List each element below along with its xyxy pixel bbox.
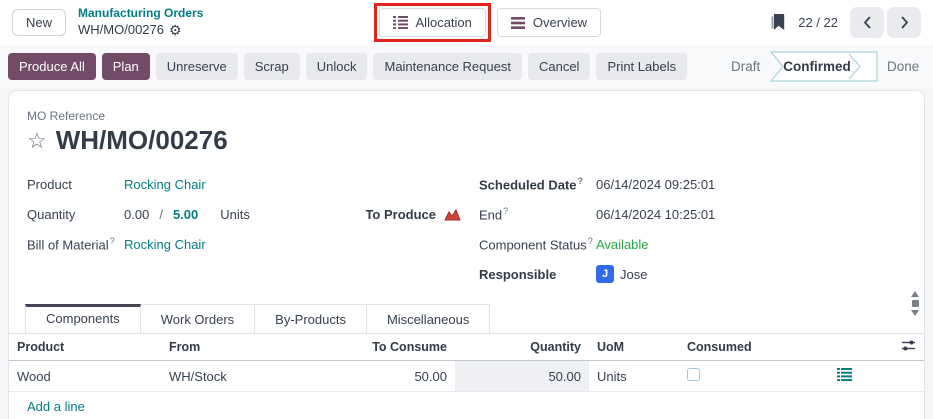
- tab-miscellaneous[interactable]: Miscellaneous: [366, 304, 490, 333]
- record-scroll-widget[interactable]: [911, 291, 919, 316]
- row-to-consume[interactable]: 50.00: [313, 361, 455, 392]
- quantity-to-produce-input[interactable]: 5.00: [173, 207, 198, 222]
- plan-button[interactable]: Plan: [102, 53, 150, 80]
- chevron-left-icon: [863, 16, 872, 29]
- register-components-icon[interactable]: [837, 368, 852, 381]
- quantity-uom: Units: [220, 207, 250, 222]
- component-row[interactable]: Wood WH/Stock 50.00 50.00 Units: [9, 361, 924, 392]
- scheduled-date-value[interactable]: 06/14/2024 09:25:01: [596, 177, 715, 192]
- tab-by-products[interactable]: By-Products: [254, 304, 367, 333]
- bookmark-icon[interactable]: [771, 14, 786, 31]
- add-a-line-button[interactable]: Add a line: [27, 399, 85, 414]
- col-header-consumed[interactable]: Consumed: [679, 334, 797, 361]
- status-draft[interactable]: Draft: [731, 59, 761, 74]
- breadcrumb: Manufacturing Orders WH/MO/00276 ⚙: [78, 6, 203, 38]
- col-header-uom[interactable]: UoM: [589, 334, 679, 361]
- mo-reference-label: MO Reference: [27, 109, 924, 123]
- row-from[interactable]: WH/Stock: [161, 361, 313, 392]
- unreserve-button[interactable]: Unreserve: [156, 53, 238, 80]
- odoo-manufacturing-order-screen: New Manufacturing Orders WH/MO/00276 ⚙: [0, 0, 933, 419]
- notebook-tabs: Components Work Orders By-Products Misce…: [9, 304, 924, 334]
- components-table: Product From To Consume Quantity UoM Con…: [9, 334, 924, 419]
- favorite-star-icon[interactable]: ☆: [27, 130, 47, 152]
- scrap-button[interactable]: Scrap: [244, 53, 300, 80]
- overview-button[interactable]: Overview: [497, 8, 601, 37]
- bom-value-link[interactable]: Rocking Chair: [124, 237, 206, 252]
- action-bar: Produce All Plan Unreserve Scrap Unlock …: [0, 45, 933, 88]
- quantity-label: Quantity: [27, 207, 124, 222]
- col-header-from[interactable]: From: [161, 334, 313, 361]
- cancel-button[interactable]: Cancel: [528, 53, 590, 80]
- help-icon: ?: [578, 176, 584, 186]
- breadcrumb-record: WH/MO/00276: [78, 22, 164, 39]
- tab-components[interactable]: Components: [25, 304, 141, 333]
- overview-button-label: Overview: [533, 15, 587, 30]
- avatar: J: [596, 265, 614, 283]
- help-icon: ?: [503, 206, 508, 216]
- help-icon: ?: [110, 236, 115, 246]
- tab-work-orders[interactable]: Work Orders: [140, 304, 255, 333]
- breadcrumb-app-link[interactable]: Manufacturing Orders: [78, 6, 203, 22]
- col-header-quantity[interactable]: Quantity: [455, 334, 589, 361]
- form-sheet: MO Reference ☆ WH/MO/00276 Product Rocki…: [8, 90, 925, 419]
- col-header-product[interactable]: Product: [9, 334, 161, 361]
- responsible-value[interactable]: Jose: [620, 267, 647, 282]
- forecast-chart-icon[interactable]: [444, 208, 461, 221]
- component-status-field: Component Status? Available: [479, 229, 924, 259]
- scheduled-date-field: Scheduled Date? 06/14/2024 09:25:01: [479, 169, 924, 199]
- list-icon: [393, 16, 408, 29]
- chevron-right-icon: [900, 16, 909, 29]
- row-product[interactable]: Wood: [9, 361, 161, 392]
- help-icon: ?: [588, 236, 593, 246]
- pager-next-button[interactable]: [887, 7, 921, 38]
- end-date-field: End? 06/14/2024 10:25:01: [479, 199, 924, 229]
- responsible-label: Responsible: [479, 267, 596, 282]
- bom-label: Bill of Material: [27, 237, 109, 252]
- record-title: WH/MO/00276: [56, 125, 228, 156]
- control-panel: New Manufacturing Orders WH/MO/00276 ⚙: [0, 0, 933, 45]
- product-label: Product: [27, 177, 124, 192]
- col-header-to-consume[interactable]: To Consume: [313, 334, 455, 361]
- scheduled-date-label: Scheduled Date: [479, 177, 577, 192]
- pager-counter: 22 / 22: [798, 15, 838, 30]
- unlock-button[interactable]: Unlock: [306, 53, 368, 80]
- row-quantity[interactable]: 50.00: [455, 361, 589, 392]
- gear-icon[interactable]: ⚙: [169, 23, 182, 37]
- component-status-label: Component Status: [479, 237, 587, 252]
- product-value-link[interactable]: Rocking Chair: [124, 177, 206, 192]
- allocation-button[interactable]: Allocation: [379, 8, 486, 37]
- quantity-produced-value: 0.00: [124, 207, 149, 222]
- status-confirmed[interactable]: Confirmed: [783, 59, 851, 74]
- end-date-value: 06/14/2024 10:25:01: [596, 207, 715, 222]
- annotation-highlight-box: Allocation: [374, 3, 491, 42]
- quantity-separator: /: [159, 207, 163, 222]
- drag-handle-icon[interactable]: [912, 300, 919, 307]
- scroll-down-icon[interactable]: [911, 310, 919, 316]
- status-done[interactable]: Done: [887, 59, 919, 74]
- to-produce-label: To Produce: [365, 207, 436, 222]
- optional-columns-icon[interactable]: [901, 339, 916, 352]
- scroll-up-icon[interactable]: [911, 291, 919, 297]
- maintenance-request-button[interactable]: Maintenance Request: [373, 53, 521, 80]
- allocation-button-label: Allocation: [416, 15, 472, 30]
- row-uom[interactable]: Units: [589, 361, 679, 392]
- end-date-label: End: [479, 207, 502, 222]
- consumed-checkbox[interactable]: [687, 368, 700, 381]
- responsible-field: Responsible J Jose: [479, 259, 924, 289]
- component-status-value: Available: [596, 237, 649, 252]
- product-field: Product Rocking Chair: [27, 169, 479, 199]
- pager-previous-button[interactable]: [850, 7, 884, 38]
- quantity-field: Quantity 0.00 / 5.00 Units To Produce: [27, 199, 479, 229]
- bars-icon: [511, 17, 525, 29]
- statusbar[interactable]: Draft Confirmed Done: [721, 51, 925, 82]
- bom-field: Bill of Material? Rocking Chair: [27, 229, 479, 259]
- new-button[interactable]: New: [12, 9, 66, 36]
- print-labels-button[interactable]: Print Labels: [596, 53, 687, 80]
- produce-all-button[interactable]: Produce All: [8, 53, 96, 80]
